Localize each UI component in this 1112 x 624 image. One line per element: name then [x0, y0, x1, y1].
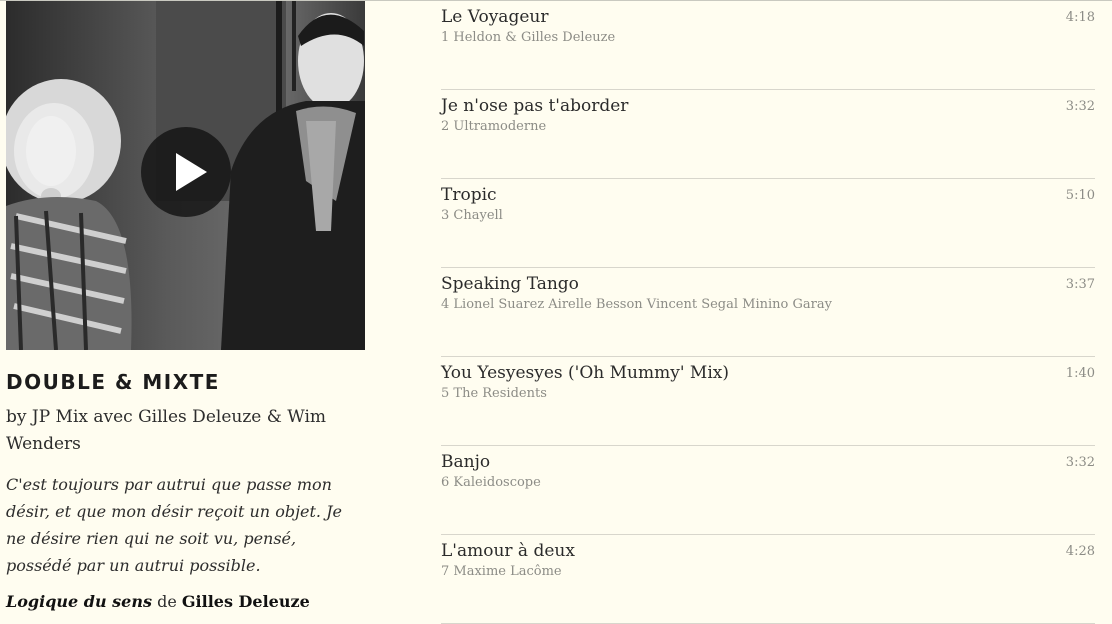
- album-panel: DOUBLE & MIXTE by JP Mix avec Gilles Del…: [6, 1, 366, 611]
- album-quote: C'est toujours par autrui que passe mon …: [6, 475, 342, 575]
- track-title: L'amour à deux: [441, 541, 575, 561]
- source-book: Logique du sens: [6, 592, 152, 611]
- track-duration: 3:32: [1065, 455, 1095, 470]
- track-title: Je n'ose pas t'aborder: [441, 96, 629, 116]
- track-title: You Yesyesyes ('Oh Mummy' Mix): [441, 363, 729, 383]
- album-title: DOUBLE & MIXTE: [6, 370, 220, 394]
- source-author: Gilles Deleuze: [181, 592, 310, 611]
- track-row[interactable]: Je n'ose pas t'aborder 2 Ultramoderne 3:…: [441, 90, 1095, 179]
- track-title: Speaking Tango: [441, 274, 579, 294]
- track-row[interactable]: L'amour à deux 7 Maxime Lacôme 4:28: [441, 535, 1095, 624]
- play-icon: [176, 153, 207, 191]
- track-row[interactable]: Banjo 6 Kaleidoscope 3:32: [441, 446, 1095, 535]
- track-duration: 1:40: [1065, 366, 1095, 381]
- track-row[interactable]: Le Voyageur 1 Heldon & Gilles Deleuze 4:…: [441, 1, 1095, 90]
- track-duration: 5:10: [1065, 188, 1095, 203]
- track-row[interactable]: Speaking Tango 4 Lionel Suarez Airelle B…: [441, 268, 1095, 357]
- album-cover[interactable]: [6, 1, 365, 350]
- track-subtitle: 5 The Residents: [441, 386, 547, 401]
- track-title: Tropic: [441, 185, 497, 205]
- track-subtitle: 7 Maxime Lacôme: [441, 564, 562, 579]
- track-duration: 3:37: [1065, 277, 1095, 292]
- track-duration: 3:32: [1065, 99, 1095, 114]
- track-row[interactable]: You Yesyesyes ('Oh Mummy' Mix) 5 The Res…: [441, 357, 1095, 446]
- track-row[interactable]: Tropic 3 Chayell 5:10: [441, 179, 1095, 268]
- quote-source: Logique du sens de Gilles Deleuze: [6, 592, 366, 611]
- source-de: de: [157, 592, 177, 611]
- track-subtitle: 2 Ultramoderne: [441, 119, 547, 134]
- track-title: Banjo: [441, 452, 491, 472]
- album-byline: by JP Mix avec Gilles Deleuze & Wim Wend…: [6, 407, 327, 454]
- track-title: Le Voyageur: [441, 7, 549, 27]
- play-button[interactable]: [141, 127, 231, 217]
- track-subtitle: 4 Lionel Suarez Airelle Besson Vincent S…: [441, 297, 832, 312]
- track-duration: 4:18: [1065, 10, 1095, 25]
- track-subtitle: 3 Chayell: [441, 208, 503, 223]
- track-list: Le Voyageur 1 Heldon & Gilles Deleuze 4:…: [441, 1, 1095, 624]
- page: DOUBLE & MIXTE by JP Mix avec Gilles Del…: [0, 0, 1112, 624]
- track-subtitle: 1 Heldon & Gilles Deleuze: [441, 30, 616, 45]
- track-duration: 4:28: [1065, 544, 1095, 559]
- track-subtitle: 6 Kaleidoscope: [441, 475, 541, 490]
